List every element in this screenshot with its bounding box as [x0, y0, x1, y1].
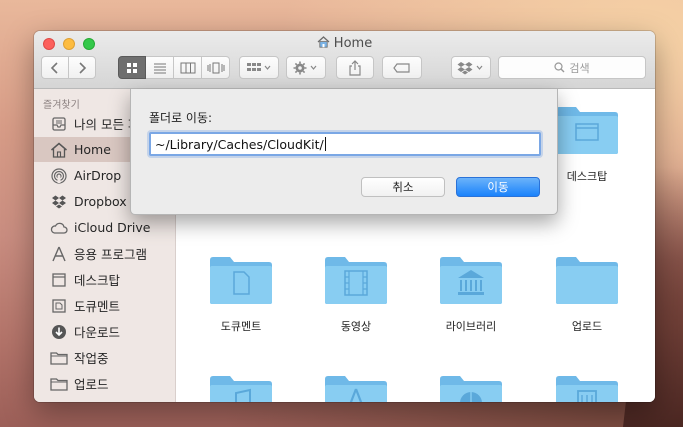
home-icon	[50, 141, 68, 159]
sidebar-item-label: 다운로드	[74, 325, 121, 340]
sidebar-item-icloud-drive[interactable]: iCloud Drive	[34, 215, 176, 240]
sidebar-item-desktop[interactable]: 데스크탑	[34, 267, 176, 292]
sidebar-item-label: 데스크탑	[74, 273, 121, 288]
folder-label: 라이브러리	[445, 320, 497, 333]
icon-view-button[interactable]	[118, 56, 146, 79]
sidebar-item-label: 응용 프로그램	[74, 247, 147, 262]
sidebar-item-label: Home	[74, 142, 111, 157]
go-to-folder-label: 폴더로 이동:	[149, 111, 213, 125]
tag-icon	[393, 62, 410, 73]
music-folder-icon	[210, 376, 272, 402]
share-button[interactable]	[336, 56, 374, 79]
library-folder-icon	[440, 257, 502, 304]
folder-label: 동영상	[340, 320, 372, 333]
folder-label: 업로드	[571, 320, 603, 333]
desktop-icon	[50, 271, 68, 289]
download-icon	[50, 323, 68, 341]
folder-library[interactable]: 라이브러리	[421, 254, 521, 334]
folder-movies[interactable]: 동영상	[306, 254, 406, 334]
folder-path-input[interactable]: ~/Library/Caches/CloudKit/	[149, 132, 541, 156]
search-icon	[554, 62, 565, 73]
search-placeholder: 검색	[569, 61, 590, 75]
folder-upload[interactable]: 업로드	[537, 254, 637, 334]
public-folder-icon	[440, 376, 502, 402]
back-button[interactable]	[41, 56, 69, 79]
dropbox-icon	[50, 193, 68, 211]
tags-button[interactable]	[382, 56, 422, 79]
sidebar-item-downloads[interactable]: 다운로드	[34, 319, 176, 344]
all-files-icon	[50, 115, 68, 133]
list-view-button[interactable]	[146, 56, 174, 79]
folder-icon	[50, 349, 68, 367]
arrange-icon	[247, 62, 271, 71]
sidebar-item-label: AirDrop	[74, 168, 122, 183]
home-icon	[317, 36, 330, 48]
window-title: Home	[34, 36, 655, 51]
folder-sites[interactable]	[537, 373, 637, 402]
column-view-icon	[180, 62, 195, 73]
search-field[interactable]: 검색	[498, 56, 646, 79]
view-mode-segmented-control	[118, 56, 230, 79]
sites-folder-icon	[556, 376, 618, 402]
coverflow-view-icon	[207, 62, 224, 73]
documents-folder-icon	[210, 257, 272, 304]
sidebar-item-working[interactable]: 작업중	[34, 345, 176, 370]
sidebar-item-label: 업로드	[74, 377, 109, 392]
window-title-text: Home	[333, 36, 373, 51]
cancel-button[interactable]: 취소	[361, 177, 445, 197]
finder-window: Home 검색 즐겨찾기 나의 모든 파일 Home AirDrop Dropb…	[34, 31, 655, 402]
cloud-icon	[50, 219, 68, 237]
text-cursor	[324, 137, 326, 151]
sidebar-item-upload[interactable]: 업로드	[34, 371, 176, 396]
list-view-icon	[153, 63, 166, 73]
column-view-button[interactable]	[174, 56, 202, 79]
sidebar-favorites-header: 즐겨찾기	[43, 100, 80, 111]
sidebar-item-label: iCloud Drive	[74, 220, 151, 235]
folder-icon	[556, 257, 618, 304]
forward-button[interactable]	[68, 56, 96, 79]
folder-music[interactable]	[191, 373, 291, 402]
airdrop-icon	[50, 167, 68, 185]
folder-public[interactable]	[421, 373, 521, 402]
movies-folder-icon	[325, 257, 387, 304]
sidebar-item-applications[interactable]: 응용 프로그램	[34, 241, 176, 266]
toolbar: Home 검색	[34, 31, 655, 89]
coverflow-view-button[interactable]	[202, 56, 230, 79]
folder-path-value: ~/Library/Caches/CloudKit/	[155, 136, 324, 152]
action-gear-icon	[293, 61, 317, 74]
folder-label: 도큐멘트	[220, 320, 262, 333]
arrange-button[interactable]	[239, 56, 279, 79]
action-button[interactable]	[286, 56, 326, 79]
sidebar-item-label: 작업중	[74, 351, 109, 366]
back-icon	[50, 61, 58, 74]
share-icon	[349, 59, 361, 76]
folder-icon	[50, 375, 68, 393]
applications-icon	[50, 245, 68, 263]
icon-view-icon	[127, 62, 137, 73]
sidebar-item-label: 도큐멘트	[74, 299, 121, 314]
desktop-folder-icon	[556, 107, 618, 154]
forward-icon	[79, 61, 87, 74]
sidebar-item-label: Dropbox	[74, 194, 127, 209]
applications-folder-icon	[325, 376, 387, 402]
go-button[interactable]: 이동	[456, 177, 540, 197]
dropbox-toolbar-button[interactable]	[451, 56, 491, 79]
document-icon	[50, 297, 68, 315]
folder-applications[interactable]	[306, 373, 406, 402]
go-to-folder-dialog: 폴더로 이동: ~/Library/Caches/CloudKit/ 취소 이동	[130, 89, 558, 215]
sidebar-item-documents[interactable]: 도큐멘트	[34, 293, 176, 318]
folder-documents[interactable]: 도큐멘트	[191, 254, 291, 334]
dropbox-icon	[457, 61, 483, 74]
